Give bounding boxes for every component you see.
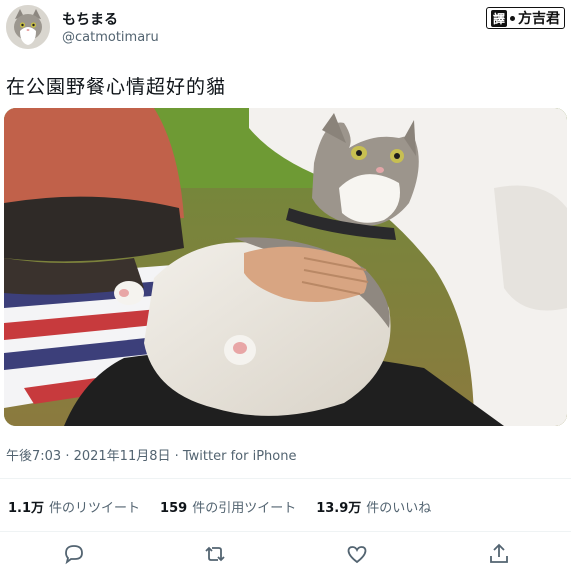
stat-label: 件のいいね — [366, 501, 432, 516]
stat-value: 1.1万 — [8, 501, 45, 516]
retweet-count[interactable]: 1.1万 件のリツイート — [8, 497, 140, 516]
tweet-timestamp[interactable]: 午後7:03 · 2021年11月8日 · Twitter for iPhone — [6, 445, 296, 464]
avatar[interactable] — [6, 5, 50, 49]
reply-icon[interactable] — [62, 542, 86, 566]
tweet-header: もちまる @catmotimaru 譯 方吉君 — [0, 0, 571, 62]
tweet-text: 在公園野餐心情超好的貓 — [6, 76, 227, 98]
like-icon[interactable] — [345, 542, 369, 566]
like-count[interactable]: 13.9万 件のいいね — [316, 497, 431, 516]
quote-tweet-count[interactable]: 159 件の引用ツイート — [160, 497, 296, 516]
retweet-icon[interactable] — [203, 542, 227, 566]
translator-badge: 譯 方吉君 — [485, 7, 565, 29]
tweet-photo[interactable] — [4, 108, 567, 426]
stat-value: 159 — [160, 501, 188, 516]
translate-glyph-icon: 譯 — [490, 9, 507, 27]
share-icon[interactable] — [487, 542, 511, 566]
translator-badge-dot — [510, 15, 515, 21]
user-handle[interactable]: @catmotimaru — [62, 30, 159, 45]
display-name[interactable]: もちまる — [62, 9, 118, 29]
divider — [0, 478, 571, 479]
tweet-actions — [0, 540, 571, 572]
stat-label: 件のリツイート — [49, 501, 141, 516]
stat-label: 件の引用ツイート — [192, 501, 297, 516]
stat-value: 13.9万 — [316, 501, 362, 516]
translator-name: 方吉君 — [518, 11, 560, 27]
divider — [0, 531, 571, 532]
tweet-stats: 1.1万 件のリツイート 159 件の引用ツイート 13.9万 件のいいね — [8, 497, 431, 516]
